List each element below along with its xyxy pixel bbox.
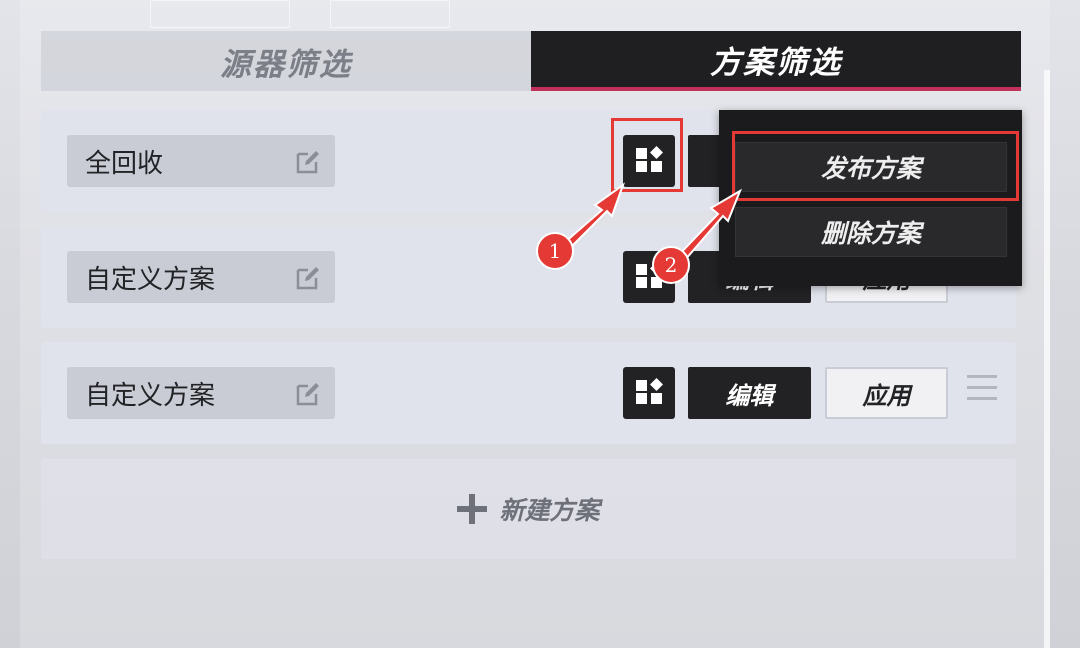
annotation-arrows: [554, 182, 743, 270]
step-badge-1: 1: [536, 232, 574, 270]
step-badge-2: 2: [652, 246, 690, 284]
